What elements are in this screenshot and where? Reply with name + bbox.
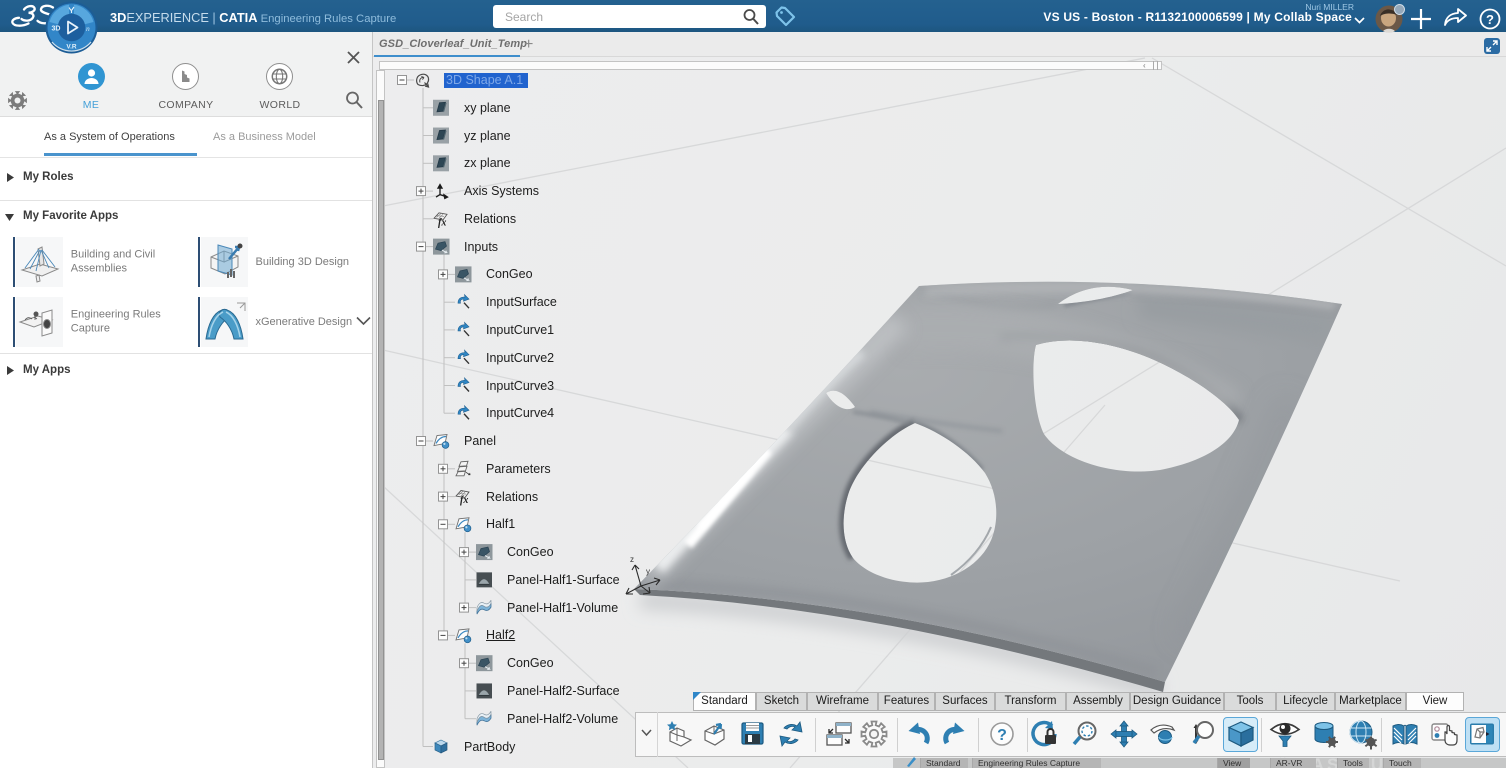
svg-text:?: ? [1486,12,1494,27]
svg-text:V.R: V.R [66,44,77,51]
svg-text:fx: fx [460,495,468,506]
svg-text:?: ? [997,727,1007,744]
svg-text:n: n [86,24,90,33]
svg-text:fx: fx [438,217,446,228]
svg-text:3D: 3D [52,26,61,33]
